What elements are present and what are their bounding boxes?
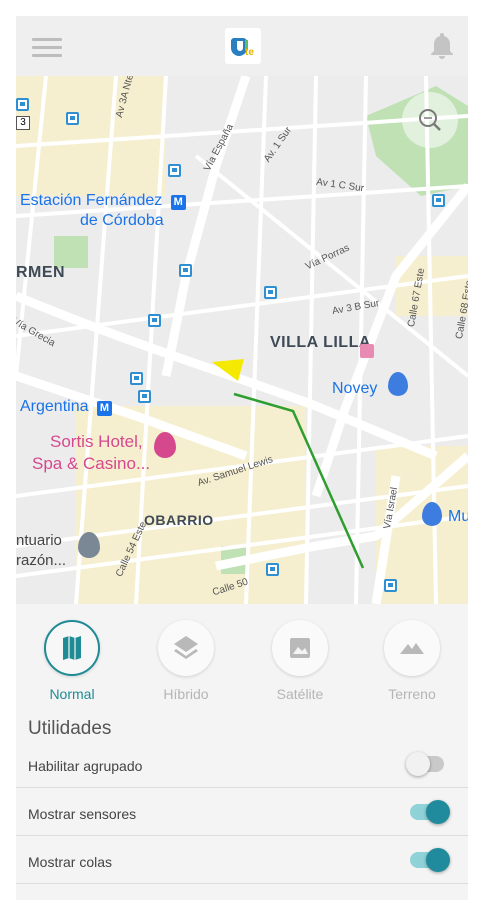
logo-text: te [245,47,254,58]
map-base [16,76,468,604]
map-view[interactable]: 3 Estación Fernández M de Córdoba RMEN V… [16,76,468,604]
map-label-estacion[interactable]: Estación Fernández M [20,192,186,210]
metro-icon: M [96,401,112,416]
map-label-mu[interactable]: Mu [448,508,468,526]
toggle-agrupado[interactable] [406,752,444,776]
app-screen: te 3 Estación Fernández M de Córdoba RME… [16,16,468,900]
bus-stop-icon [168,164,181,177]
map-label-carmen: RMEN [16,264,66,281]
toggle-sensores[interactable] [410,800,450,824]
church-pin-icon[interactable] [78,532,100,558]
map-label-villa-lilla: VILLA LILLA [270,334,371,351]
utility-label: Mostrar colas [28,854,113,870]
map-icon [44,620,100,676]
image-icon [272,620,328,676]
bus-stop-icon [179,264,192,277]
map-type-label: Satélite [276,686,324,702]
bus-stop-icon [66,112,79,125]
utilities-title: Utilidades [28,718,112,739]
bus-stop-icon [16,98,29,111]
utility-label: Mostrar sensores [28,806,137,822]
zoom-search-icon[interactable] [402,92,458,148]
utility-row-sensores: Mostrar sensores [16,790,468,836]
terrain-icon [384,620,440,676]
hamburger-icon[interactable] [32,38,62,57]
bus-stop-icon [148,314,161,327]
map-label-santuario-2: razón... [16,552,67,569]
bus-stop-icon [130,372,143,385]
hotel-pin-icon[interactable] [154,432,176,458]
shopping-pin-icon[interactable] [422,502,442,526]
map-label-santuario: ntuario [16,532,62,549]
bell-icon[interactable] [428,30,456,60]
map-type-hibrido[interactable]: Híbrido [146,620,226,702]
top-app-bar: te [16,16,468,76]
map-label-sortis[interactable]: Sortis Hotel, [50,432,143,452]
route-sign: 3 [16,116,30,130]
map-type-terreno[interactable]: Terreno [372,620,452,702]
utility-label: Habilitar agrupado [28,758,143,774]
bus-stop-icon [264,286,277,299]
toggle-colas[interactable] [410,848,450,872]
map-type-label: Terreno [388,686,436,702]
map-type-normal[interactable]: Normal [32,620,112,702]
map-label-obarrio: OBARRIO [144,512,214,528]
utility-row-agrupado: Habilitar agrupado [16,742,468,788]
metro-icon: M [170,195,186,210]
map-type-selector: Normal Híbrido Satélite Terreno [16,604,468,704]
map-type-satelite[interactable]: Satélite [260,620,340,702]
map-label-argentina[interactable]: Argentina M [20,398,112,416]
bus-stop-icon [432,194,445,207]
utility-row-colas: Mostrar colas [16,838,468,884]
bus-stop-icon [384,579,397,592]
map-label-estacion-2: de Córdoba [80,212,164,229]
map-label-sortis-2: Spa & Casino... [32,454,151,473]
bus-stop-icon [266,563,279,576]
layers-icon [158,620,214,676]
app-logo: te [225,28,261,64]
bus-stop-icon [138,390,151,403]
hospital-icon [360,344,374,358]
map-label-novey[interactable]: Novey [332,380,377,398]
shopping-pin-icon[interactable] [388,372,408,396]
map-type-label: Híbrido [163,686,209,702]
map-type-label: Normal [49,686,95,702]
